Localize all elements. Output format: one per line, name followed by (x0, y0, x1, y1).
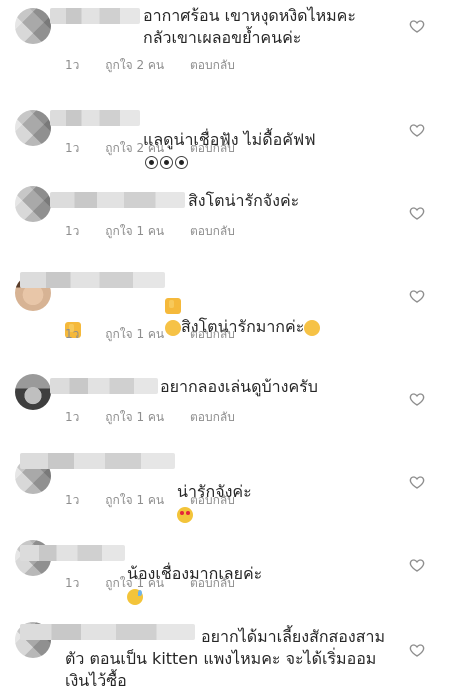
reply-button[interactable]: ตอบกลับ (190, 410, 235, 424)
comment-likes[interactable]: ถูกใจ 1 คน (105, 327, 164, 341)
reply-button[interactable]: ตอบกลับ (190, 141, 235, 155)
comment-likes[interactable]: ถูกใจ 1 คน (105, 576, 164, 590)
heart-outline-icon[interactable] (409, 391, 425, 407)
commenter-avatar[interactable] (15, 186, 51, 222)
comment-likes[interactable]: ถูกใจ 1 คน (105, 224, 164, 238)
heart-outline-icon[interactable] (409, 122, 425, 138)
heart-outline-icon[interactable] (409, 18, 425, 34)
comment-time: 1ว (65, 58, 80, 72)
comment-meta: 1ว ถูกใจ 2 คน ตอบกลับ (65, 57, 257, 73)
comment-text: อยากได้มาเลี้ยงสักสองสาม ตัว ตอนเป็น kit… (65, 627, 386, 690)
heart-outline-icon[interactable] (409, 642, 425, 658)
reply-button[interactable]: ตอบกลับ (190, 58, 235, 72)
comment-meta: 1ว ถูกใจ 1 คน ตอบกลับ (65, 326, 257, 342)
comment-text: น้องเชื่องมากเลยค่ะ (127, 541, 377, 607)
commenter-name-blurred[interactable] (50, 378, 158, 394)
commenter-avatar[interactable] (15, 374, 51, 410)
eyes-emoji (160, 156, 173, 169)
comment-meta: 1ว ถูกใจ 1 คน ตอบกลับ (65, 492, 257, 508)
clapping-hands-emoji (304, 319, 321, 336)
eyes-emoji (145, 156, 158, 169)
commenter-avatar[interactable] (15, 110, 51, 146)
comment-likes[interactable]: ถูกใจ 1 คน (105, 493, 164, 507)
thumbs-up-emoji (165, 297, 181, 314)
commenter-name-blurred[interactable] (20, 545, 125, 561)
reply-button[interactable]: ตอบกลับ (190, 327, 235, 341)
comment-meta: 1ว ถูกใจ 2 คน ตอบกลับ (65, 140, 257, 156)
reply-button[interactable]: ตอบกลับ (190, 493, 235, 507)
comment-time: 1ว (65, 410, 80, 424)
heart-outline-icon[interactable] (409, 557, 425, 573)
comment-meta: 1ว ถูกใจ 1 คน ตอบกลับ (65, 223, 257, 239)
commenter-name-blurred[interactable] (20, 272, 165, 288)
heart-outline-icon[interactable] (409, 205, 425, 221)
commenter-name-blurred[interactable] (50, 192, 185, 208)
comment-time: 1ว (65, 224, 80, 238)
comment-likes[interactable]: ถูกใจ 2 คน (105, 141, 164, 155)
reply-button[interactable]: ตอบกลับ (190, 576, 235, 590)
comment-time: 1ว (65, 576, 80, 590)
comment-text: สิงโตน่ารักจังค่ะ (188, 191, 300, 210)
comment-text: อยากลองเล่นดูบ้างครับ (160, 377, 318, 396)
heart-eyes-emoji (177, 506, 193, 523)
comment-meta: 1ว ถูกใจ 1 คน ตอบกลับ (65, 409, 257, 425)
comment-time: 1ว (65, 327, 80, 341)
eyes-emoji (175, 156, 188, 169)
heart-outline-icon[interactable] (409, 474, 425, 490)
commenter-avatar[interactable] (15, 8, 51, 44)
commenter-name-blurred[interactable] (20, 453, 175, 469)
comment-text: อากาศร้อน เขาหงุดหงิดไหมคะ กลัวเขาเผลอขย… (143, 6, 356, 47)
commenter-name-blurred[interactable] (50, 8, 140, 24)
heart-outline-icon[interactable] (409, 288, 425, 304)
comment-meta: 1ว ถูกใจ 1 คน ตอบกลับ (65, 575, 257, 591)
comment-time: 1ว (65, 493, 80, 507)
comment-likes[interactable]: ถูกใจ 1 คน (105, 410, 164, 424)
comment-time: 1ว (65, 141, 80, 155)
commenter-name-blurred[interactable] (50, 110, 140, 126)
reply-button[interactable]: ตอบกลับ (190, 224, 235, 238)
comment-likes[interactable]: ถูกใจ 2 คน (105, 58, 164, 72)
